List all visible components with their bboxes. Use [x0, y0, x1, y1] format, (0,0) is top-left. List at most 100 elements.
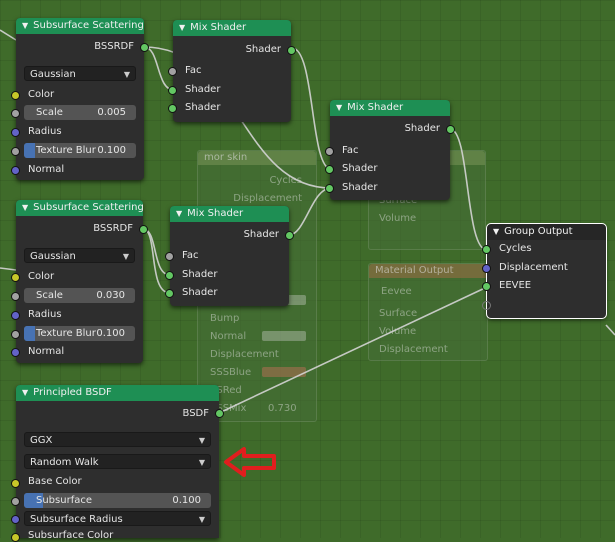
- sss1-color-label: Color: [28, 89, 55, 100]
- principled-subsurface-socket[interactable]: [11, 497, 20, 506]
- sss1-scale-value: 0.005: [97, 107, 126, 118]
- chevron-down-icon[interactable]: ▼: [493, 227, 499, 236]
- principled-subsurface-slider[interactable]: Subsurface 0.100: [24, 493, 211, 508]
- mix2-output-socket[interactable]: [285, 231, 294, 240]
- chevron-down-icon: ▼: [198, 515, 205, 524]
- chevron-down-icon[interactable]: ▼: [179, 23, 185, 32]
- mix2-header[interactable]: ▼ Mix Shader: [170, 206, 289, 222]
- sss1-header[interactable]: ▼ Subsurface Scattering: [16, 18, 144, 34]
- sss1-scale-socket[interactable]: [11, 109, 20, 118]
- chevron-down-icon: ▼: [198, 458, 205, 467]
- sss2-output-label: BSSRDF: [93, 223, 133, 234]
- principled-title: Principled BSDF: [33, 387, 112, 398]
- principled-header[interactable]: ▼ Principled BSDF: [16, 385, 219, 401]
- subsurface-scattering-node-1[interactable]: ▼ Subsurface Scattering BSSRDF Gaussian ▼ …: [11, 18, 149, 180]
- chevron-down-icon[interactable]: ▼: [336, 103, 342, 112]
- mix3-shader2-label: Shader: [342, 182, 378, 193]
- group-output-empty-socket[interactable]: [482, 301, 491, 310]
- mix1-fac-label: Fac: [185, 65, 202, 76]
- sss1-texture-blur-value: 0.100: [97, 145, 126, 156]
- link-left-edge-1: [0, 29, 17, 41]
- mix3-shader1-label: Shader: [342, 163, 378, 174]
- mix1-shader1-label: Shader: [185, 84, 221, 95]
- sss2-texture-blur-fill: [24, 326, 36, 341]
- principled-subsurface-method-value: Random Walk: [30, 457, 99, 468]
- link-group-out-right: [605, 324, 615, 336]
- sss2-color-label: Color: [28, 271, 55, 282]
- sss1-scale-field[interactable]: Scale 0.005: [24, 105, 136, 120]
- sss2-texture-blur-value: 0.100: [96, 328, 125, 339]
- sss1-method-dropdown[interactable]: Gaussian ▼: [24, 66, 136, 81]
- link-mix2-to-mix3-shader2: [288, 187, 332, 236]
- mix1-output-label: Shader: [245, 44, 281, 55]
- sss2-scale-socket[interactable]: [11, 292, 20, 301]
- principled-subsurface-radius-socket[interactable]: [11, 515, 20, 524]
- link-sss2-to-mix2-fac: [142, 228, 171, 294]
- principled-subsurface-label: Subsurface: [36, 495, 92, 506]
- mix-shader-node-2[interactable]: ▼ Mix Shader Shader Fac Shader Shader: [165, 206, 294, 306]
- chevron-down-icon[interactable]: ▼: [22, 21, 28, 30]
- sss1-texture-blur-label: Texture Blur: [36, 145, 96, 156]
- group-output-node[interactable]: ▼ Group Output Cycles Displacement EEVEE: [482, 223, 607, 319]
- sss1-texture-blur-fill: [24, 143, 36, 158]
- chevron-down-icon[interactable]: ▼: [22, 203, 28, 212]
- sss2-scale-value: 0.030: [96, 290, 125, 301]
- mix3-header[interactable]: ▼ Mix Shader: [330, 100, 450, 116]
- mix3-output-label: Shader: [404, 123, 440, 134]
- principled-base-color-label: Base Color: [28, 476, 82, 487]
- sss2-method-dropdown[interactable]: Gaussian ▼: [24, 248, 135, 263]
- sss1-output-socket[interactable]: [140, 43, 149, 52]
- principled-subsurface-method-dropdown[interactable]: Random Walk ▼: [24, 454, 211, 469]
- sss1-method-value: Gaussian: [30, 69, 76, 80]
- sss2-texture-blur-socket[interactable]: [11, 330, 20, 339]
- mix1-header[interactable]: ▼ Mix Shader: [173, 20, 291, 36]
- sss2-header[interactable]: ▼ Subsurface Scattering: [16, 200, 144, 216]
- sss2-radius-label: Radius: [28, 309, 62, 320]
- link-mix3-to-group-cycles: [449, 128, 488, 251]
- sss1-radius-label: Radius: [28, 126, 62, 137]
- principled-distribution-dropdown[interactable]: GGX ▼: [24, 432, 211, 447]
- sss2-scale-label: Scale: [36, 290, 63, 301]
- group-output-eevee-label: EEVEE: [499, 280, 532, 291]
- mix1-title: Mix Shader: [190, 22, 247, 33]
- link-left-edge-2: [0, 267, 17, 271]
- group-output-header[interactable]: ▼ Group Output: [487, 224, 606, 240]
- sss1-texture-blur-socket[interactable]: [11, 147, 20, 156]
- principled-output-label: BSDF: [182, 408, 209, 419]
- group-output-title: Group Output: [504, 226, 573, 237]
- mix2-title: Mix Shader: [187, 208, 244, 219]
- mix2-fac-label: Fac: [182, 250, 199, 261]
- sss1-normal-label: Normal: [28, 164, 65, 175]
- mix-shader-node-1[interactable]: ▼ Mix Shader Shader Fac Shader Shader: [168, 20, 296, 122]
- mix2-shader2-label: Shader: [182, 287, 218, 298]
- sss2-output-socket[interactable]: [139, 225, 148, 234]
- chevron-down-icon[interactable]: ▼: [22, 388, 28, 397]
- mix2-shader1-label: Shader: [182, 269, 218, 280]
- mix3-fac-label: Fac: [342, 145, 359, 156]
- mix3-output-socket[interactable]: [446, 125, 455, 134]
- sss2-texture-blur-slider[interactable]: Texture Blur 0.100: [24, 326, 135, 341]
- sss1-title: Subsurface Scattering: [33, 20, 144, 31]
- sss1-texture-blur-slider[interactable]: Texture Blur 0.100: [24, 143, 136, 158]
- sss2-normal-label: Normal: [28, 346, 65, 357]
- red-arrow-left-icon: [224, 447, 276, 477]
- principled-distribution-value: GGX: [30, 435, 53, 446]
- mix-shader-node-3[interactable]: ▼ Mix Shader Shader Fac Shader Shader: [325, 100, 455, 200]
- mix1-output-socket[interactable]: [287, 46, 296, 55]
- chevron-down-icon[interactable]: ▼: [176, 209, 182, 218]
- sss1-scale-label: Scale: [36, 107, 63, 118]
- sss1-output-label: BSSRDF: [94, 41, 134, 52]
- principled-bsdf-node[interactable]: ▼ Principled BSDF BSDF GGX ▼ Random Walk ▼ …: [11, 385, 224, 542]
- group-output-cycles-label: Cycles: [499, 243, 532, 254]
- sss2-scale-field[interactable]: Scale 0.030: [24, 288, 135, 303]
- chevron-down-icon: ▼: [198, 436, 205, 445]
- sss2-method-value: Gaussian: [30, 251, 76, 262]
- principled-output-socket[interactable]: [215, 409, 224, 418]
- chevron-down-icon: ▼: [123, 70, 130, 79]
- principled-subsurface-radius-dropdown[interactable]: Subsurface Radius ▼: [24, 511, 211, 526]
- subsurface-scattering-node-2[interactable]: ▼ Subsurface Scattering BSSRDF Gaussian ▼ …: [11, 200, 148, 363]
- principled-subsurface-value: 0.100: [172, 495, 201, 506]
- group-output-displacement-label: Displacement: [499, 262, 568, 273]
- mix1-shader2-label: Shader: [185, 102, 221, 113]
- mix3-title: Mix Shader: [347, 102, 404, 113]
